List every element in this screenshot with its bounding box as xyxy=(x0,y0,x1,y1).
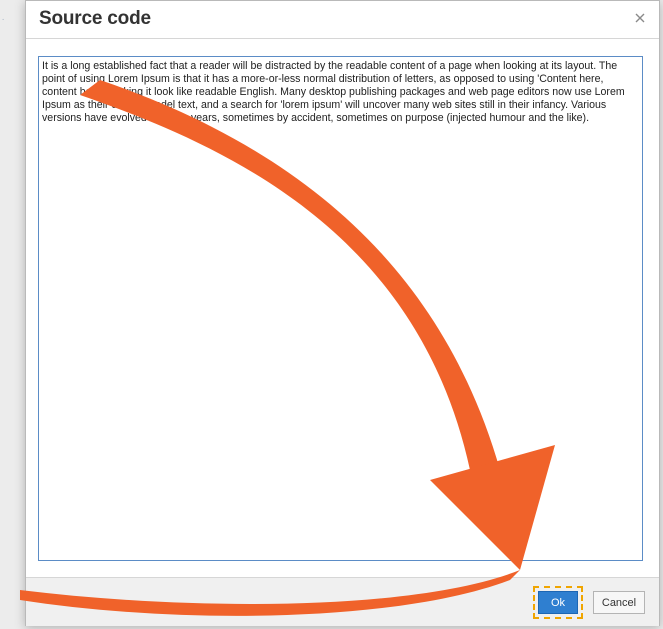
ok-button[interactable]: Ok xyxy=(533,586,583,619)
source-code-textarea[interactable]: It is a long established fact that a rea… xyxy=(38,56,643,561)
dialog-title: Source code xyxy=(39,8,151,29)
cancel-button[interactable]: Cancel xyxy=(593,591,645,614)
background-page-text: . xyxy=(2,12,5,22)
close-button[interactable] xyxy=(633,11,647,25)
close-icon xyxy=(635,13,645,23)
source-code-dialog: Source code It is a long established fac… xyxy=(25,0,660,626)
dialog-header: Source code xyxy=(26,1,659,39)
dialog-footer: Ok Cancel xyxy=(26,577,659,626)
dialog-body: It is a long established fact that a rea… xyxy=(26,39,659,577)
